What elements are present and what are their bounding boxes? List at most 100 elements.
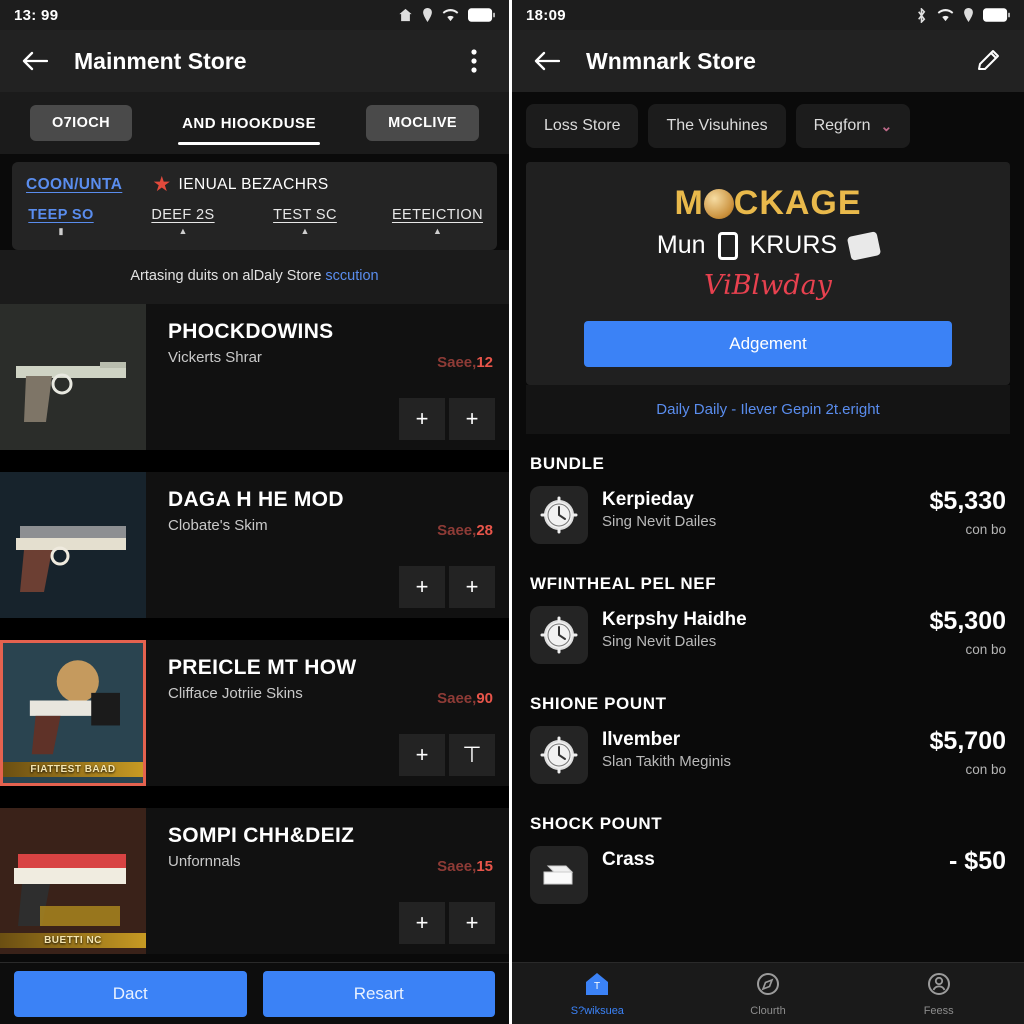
bluetooth-icon <box>915 7 928 23</box>
chip-the-visuhines[interactable]: The Visuhines <box>648 104 786 148</box>
sort-option-1[interactable]: DEEF 2S ▲ <box>148 207 218 236</box>
item-thumbnail <box>0 304 146 450</box>
resart-button[interactable]: Resart <box>262 970 495 1017</box>
filter-row-primary: COON/UNTA ★ IENUAL BEZACHRS <box>26 174 483 195</box>
item-add-button-1[interactable]: + <box>399 902 445 944</box>
sort-option-2[interactable]: TEST SC ▲ <box>270 207 340 236</box>
item-price-block: $5,700 con bo <box>930 726 1006 777</box>
filter-starred-group[interactable]: ★ IENUAL BEZACHRS <box>152 174 328 195</box>
chip-label: Regforn <box>813 117 871 134</box>
promo-banner[interactable]: M CKAGE Mun KRURS ViBlwday Adgement <box>526 162 1010 385</box>
nav-item-clourth[interactable]: Clourth <box>683 963 854 1024</box>
filter-star-label: IENUAL BEZACHRS <box>178 175 329 193</box>
chip-regforn[interactable]: Regforn ⌄ <box>795 104 911 148</box>
status-clock: 13: 99 <box>14 6 59 24</box>
item-body: DAGA H HE MOD Clobate's Skim Saee,28 + + <box>146 472 509 618</box>
item-info: Crass <box>588 846 949 873</box>
section-header: BUNDLE <box>530 454 605 473</box>
clock-icon <box>530 606 588 664</box>
item-add-button-1[interactable]: + <box>399 566 445 608</box>
list-item[interactable]: FIATTEST BAAD PREICLE MT HOW Clifface Jo… <box>0 640 509 786</box>
filter-link-coonunta[interactable]: COON/UNTA <box>26 176 122 194</box>
compass-icon <box>755 971 781 1002</box>
tab-0[interactable]: O7IOCH <box>30 105 132 141</box>
item-price: Saee,12 <box>437 354 493 371</box>
item-body: SOMPI CHH&DEIZ Unfornnals Saee,15 + + <box>146 808 509 954</box>
page-title: Wnmnark Store <box>586 47 756 74</box>
overflow-menu-icon[interactable] <box>457 44 491 78</box>
store-note: Artasing duits on alDaly Store sccution <box>0 250 509 304</box>
banner-headline: M CKAGE <box>544 184 992 223</box>
item-title: SOMPI CHH&DEIZ <box>168 824 355 847</box>
back-arrow-icon[interactable] <box>18 44 52 78</box>
section-shock-pount: SHOCK POUNT Crass - $50 <box>512 794 1024 914</box>
sort-label: DEEF 2S <box>151 207 215 223</box>
page-title: Mainment Store <box>74 47 247 74</box>
sort-label: EETEICTION <box>391 207 483 223</box>
item-price: Saee,90 <box>437 690 493 707</box>
wifi-icon <box>442 8 459 22</box>
sort-option-0[interactable]: TEEP SO ▮ <box>26 207 96 236</box>
nav-item-feess[interactable]: Feess <box>853 963 1024 1024</box>
list-item[interactable]: Kerpieday Sing Nevit Dailes $5,330 con b… <box>512 482 1024 554</box>
store-note-text: Artasing duits on alDaly Store <box>130 268 326 284</box>
item-body: PREICLE MT HOW Clifface Jotriie Skins Sa… <box>146 640 509 786</box>
item-name: Kerpieday <box>602 489 694 510</box>
tab-2[interactable]: MOCLIVE <box>366 105 479 141</box>
item-badge: BUETTI NC <box>0 933 146 948</box>
home-icon: T <box>584 971 610 1002</box>
item-thumbnail: FIATTEST BAAD <box>0 640 146 786</box>
chip-label: The Visuhines <box>666 117 768 134</box>
tab-1-active[interactable]: AND HIOOKDUSE <box>178 105 321 145</box>
item-add-button-1[interactable]: + <box>399 734 445 776</box>
item-price: $5,700 <box>929 727 1006 755</box>
item-add-button-2[interactable]: + <box>449 566 495 608</box>
chip-loss-store[interactable]: Loss Store <box>526 104 639 148</box>
banner-cta-button[interactable]: Adgement <box>584 321 952 367</box>
battery-icon <box>983 8 1010 22</box>
list-item[interactable]: Crass - $50 <box>512 842 1024 914</box>
bottom-nav-bar: T S?wiksuea Clourth Feess <box>512 962 1024 1024</box>
banner-footer-link[interactable]: Daily Daily - Ilever Gepin 2t.eright <box>526 385 1010 434</box>
sort-caret-icon: ▮ <box>58 226 64 236</box>
right-phone-screen: 18:09 Wnmnark Store Loss Store The Visuh… <box>512 0 1024 1024</box>
pencil-icon[interactable] <box>972 44 1006 78</box>
item-price-value: 15 <box>476 858 493 875</box>
section-wfintheal: WFINTHEAL PEL NEF Kerpshy Haidhe Sing Ne… <box>512 554 1024 674</box>
item-description: Sing Nevit Dailes <box>602 633 717 650</box>
wifi-icon <box>937 8 954 22</box>
item-add-button-2[interactable]: + <box>449 398 495 440</box>
chevron-down-icon: ⌄ <box>880 117 893 134</box>
section-header: SHOCK POUNT <box>530 814 663 833</box>
item-quantity-controls: + ⊤ <box>399 734 495 776</box>
item-price-note: con bo <box>965 522 1006 537</box>
item-price-block: $5,300 con bo <box>930 606 1006 657</box>
item-title: PHOCKDOWINS <box>168 320 334 343</box>
item-price-prefix: Saee, <box>437 858 477 875</box>
sort-label: TEST SC <box>273 207 337 223</box>
bottom-action-bar: Dact Resart <box>0 962 509 1024</box>
back-arrow-icon[interactable] <box>530 44 564 78</box>
list-item[interactable]: Ilvember Slan Takith Meginis $5,700 con … <box>512 722 1024 794</box>
item-add-button-2[interactable]: ⊤ <box>449 734 495 776</box>
location-icon <box>963 8 974 22</box>
list-item[interactable]: BUETTI NC SOMPI CHH&DEIZ Unfornnals Saee… <box>0 808 509 954</box>
list-item[interactable]: DAGA H HE MOD Clobate's Skim Saee,28 + + <box>0 472 509 618</box>
store-note-link[interactable]: sccution <box>325 268 378 284</box>
banner-script-text: ViBlwday <box>704 270 832 301</box>
printer-icon <box>530 846 588 904</box>
list-item[interactable]: PHOCKDOWINS Vickerts Shrar Saee,12 + + <box>0 304 509 450</box>
dact-button[interactable]: Dact <box>14 970 247 1017</box>
list-item[interactable]: Kerpshy Haidhe Sing Nevit Dailes $5,300 … <box>512 602 1024 674</box>
item-add-button-1[interactable]: + <box>399 398 445 440</box>
coin-icon <box>703 188 734 219</box>
item-price-prefix: Saee, <box>437 522 477 539</box>
battery-icon <box>468 8 495 22</box>
sort-option-3[interactable]: EETEICTION ▲ <box>392 207 483 236</box>
item-price-value: 28 <box>476 522 493 539</box>
banner-headline-post: CKAGE <box>733 184 862 222</box>
item-description: Slan Takith Meginis <box>602 753 731 770</box>
sort-caret-icon: ▲ <box>178 226 188 236</box>
nav-item-home[interactable]: T S?wiksuea <box>512 963 683 1024</box>
item-add-button-2[interactable]: + <box>449 902 495 944</box>
